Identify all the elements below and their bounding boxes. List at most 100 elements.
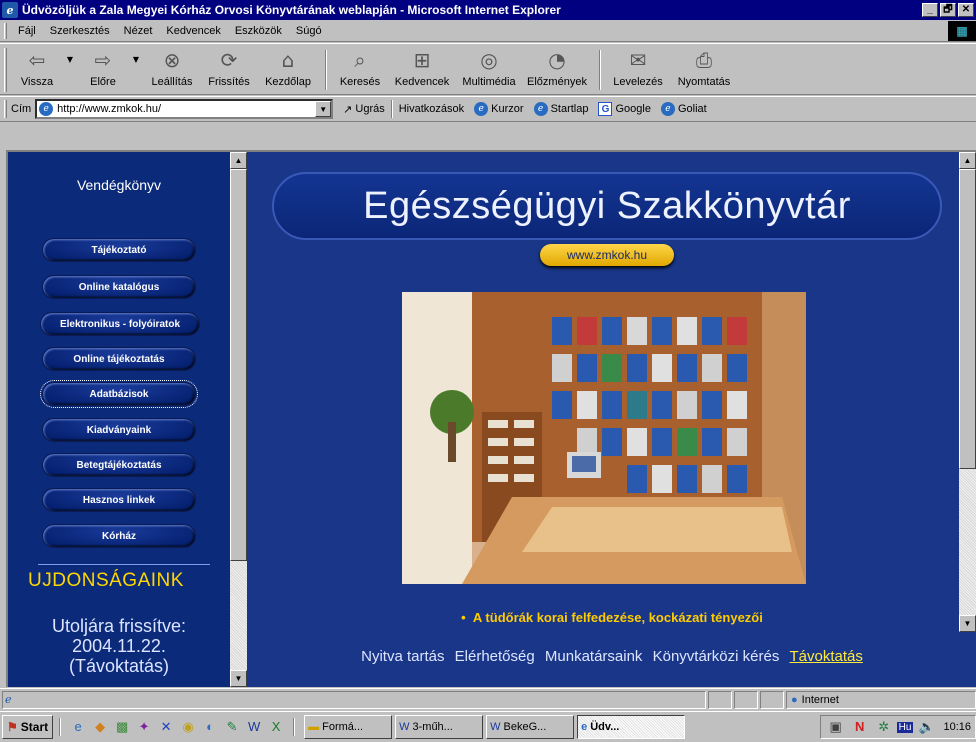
home-button[interactable]: ⌂ Kezdőlap — [257, 44, 319, 94]
quicklaunch-icon[interactable]: ✦ — [136, 719, 152, 735]
link-goliat[interactable]: e Goliat — [660, 102, 707, 116]
addressbar-separator — [390, 100, 393, 118]
network-icon[interactable]: ▣ — [828, 719, 844, 735]
browser-window: e Üdvözöljük a Zala Megyei Kórház Orvosi… — [0, 0, 976, 742]
nav-korhaz[interactable]: Kórház — [42, 524, 196, 548]
news-divider — [38, 564, 210, 565]
back-button[interactable]: ⇦ Vissza — [11, 44, 63, 94]
address-dropdown-button[interactable]: ▼ — [315, 101, 332, 117]
menu-file[interactable]: Fájl — [11, 25, 43, 37]
back-dropdown[interactable]: ▼ — [63, 44, 77, 94]
maximize-button[interactable]: 🗗 — [940, 3, 956, 17]
mail-button[interactable]: ✉ Levelezés — [607, 44, 669, 94]
search-button[interactable]: ⌕ Keresés — [333, 44, 387, 94]
scroll-up-button[interactable]: ▲ — [230, 152, 247, 169]
language-indicator[interactable]: Hu — [896, 721, 914, 733]
toolbar-grip[interactable] — [4, 48, 7, 92]
ie-page-icon: e — [5, 693, 12, 706]
status-cell — [760, 690, 784, 709]
guestbook-link[interactable]: Vendégkönyv — [8, 177, 230, 193]
updated-line-2: 2004.11.22. — [72, 636, 166, 656]
menu-favorites[interactable]: Kedvencek — [159, 25, 227, 37]
quicklaunch-icon[interactable]: ◆ — [92, 719, 108, 735]
menu-view[interactable]: Nézet — [117, 25, 160, 37]
addressbar-grip[interactable] — [4, 100, 7, 118]
scroll-up-button[interactable]: ▲ — [959, 152, 976, 169]
nav-tajekoztato[interactable]: Tájékoztató — [42, 238, 196, 262]
footer-link-elerhetoseg[interactable]: Elérhetőség — [455, 648, 535, 665]
link-startlap[interactable]: e Startlap — [533, 102, 588, 116]
nav-elektronikus-folyoiratok[interactable]: Elektronikus - folyóiratok — [40, 312, 200, 336]
nav-kiadvanyaink[interactable]: Kiadványaink — [42, 418, 196, 442]
updated-line-1: Utoljára frissítve: — [51, 616, 187, 636]
forward-button[interactable]: ⇨ Előre — [77, 44, 129, 94]
media-button[interactable]: ◎ Multimédia — [457, 44, 521, 94]
quicklaunch-icon[interactable]: ✕ — [158, 719, 174, 735]
tray-app-icon[interactable]: ✲ — [876, 719, 892, 735]
scroll-down-button[interactable]: ▼ — [959, 615, 976, 632]
refresh-button[interactable]: ⟳ Frissítés — [201, 44, 257, 94]
site-url-badge[interactable]: www.zmkok.hu — [540, 244, 674, 266]
quicklaunch-icon[interactable]: ▩ — [114, 719, 130, 735]
ie-quicklaunch-icon[interactable]: e — [70, 719, 86, 735]
menu-edit[interactable]: Szerkesztés — [43, 25, 117, 37]
word-doc-icon: W — [490, 721, 501, 733]
menu-tools[interactable]: Eszközök — [228, 25, 289, 37]
scroll-thumb[interactable] — [959, 169, 976, 469]
refresh-icon: ⟳ — [220, 48, 238, 72]
nav-betegtajekoztatas[interactable]: Betegtájékoztatás — [42, 453, 196, 477]
history-button[interactable]: ◔ Előzmények — [521, 44, 593, 94]
task-3-muh-label: 3-műh... — [412, 721, 453, 733]
go-button[interactable]: ↗ Ugrás — [343, 103, 385, 116]
link-kurzor-label: Kurzor — [491, 103, 524, 115]
quicklaunch-icon[interactable]: ✎ — [224, 719, 240, 735]
task-forma[interactable]: ▬ Formá... — [304, 715, 393, 739]
close-button[interactable]: ✕ — [958, 3, 974, 17]
menubar-grip[interactable] — [4, 22, 7, 39]
dropdown-icon: ▼ — [132, 55, 140, 64]
stop-button[interactable]: ⊗ Leállítás — [143, 44, 201, 94]
links-label[interactable]: Hivatkozások — [399, 103, 464, 115]
minimize-button[interactable]: _ — [922, 3, 938, 17]
volume-icon[interactable]: 🔈 — [918, 719, 934, 735]
main-frame-scrollbar[interactable]: ▲ ▼ — [959, 152, 976, 632]
antivirus-icon[interactable]: N — [852, 719, 868, 735]
toolbar-separator — [325, 50, 327, 90]
nav-adatbazisok[interactable]: Adatbázisok — [40, 380, 198, 408]
footer-link-konyvtarkozi[interactable]: Könyvtárközi kérés — [653, 648, 780, 665]
forward-dropdown[interactable]: ▼ — [129, 44, 143, 94]
left-frame-scrollbar[interactable]: ▲ ▼ — [230, 152, 247, 687]
home-label: Kezdőlap — [265, 76, 311, 88]
quicklaunch-icon[interactable]: ◉ — [180, 719, 196, 735]
menu-help[interactable]: Súgó — [289, 25, 329, 37]
word-icon[interactable]: W — [246, 719, 262, 735]
left-frame: Vendégkönyv Tájékoztató Online katalógus… — [8, 152, 230, 687]
windows-flag-icon: ⚑ — [7, 720, 18, 734]
nav-hasznos-linkek[interactable]: Hasznos linkek — [42, 488, 196, 512]
news-link[interactable]: UJDONSÁGAINK — [28, 570, 184, 592]
news-bullet[interactable]: • A tüdőrák korai felfedezése, kockázati… — [248, 610, 976, 625]
nav-online-tajekoztatas[interactable]: Online tájékoztatás — [42, 347, 196, 371]
task-bekeg[interactable]: W BekeG... — [486, 715, 575, 739]
footer-link-munkatarsaink[interactable]: Munkatársaink — [545, 648, 643, 665]
scroll-down-button[interactable]: ▼ — [230, 670, 247, 687]
address-value[interactable]: http://www.zmkok.hu/ — [57, 103, 315, 115]
footer-link-tavoktatas[interactable]: Távoktatás — [790, 648, 863, 665]
address-input[interactable]: e http://www.zmkok.hu/ ▼ — [35, 99, 334, 119]
link-google[interactable]: G Google — [598, 102, 651, 116]
scroll-thumb[interactable] — [230, 169, 247, 561]
favorites-button[interactable]: ⊞ Kedvencek — [387, 44, 457, 94]
nav-online-katalogus[interactable]: Online katalógus — [42, 275, 196, 299]
excel-icon[interactable]: X — [268, 719, 284, 735]
status-cell — [734, 690, 758, 709]
quicklaunch-icon[interactable]: ◐ — [202, 719, 218, 735]
task-udv[interactable]: e Üdv... — [577, 715, 686, 739]
task-3-muh[interactable]: W 3-műh... — [395, 715, 484, 739]
task-forma-label: Formá... — [322, 721, 364, 733]
print-button[interactable]: ⎙ Nyomtatás — [669, 44, 739, 94]
refresh-label: Frissítés — [208, 76, 250, 88]
start-button[interactable]: ⚑ Start — [2, 715, 54, 739]
footer-link-nyitva[interactable]: Nyitva tartás — [361, 648, 444, 665]
google-icon: G — [598, 102, 613, 116]
link-kurzor[interactable]: e Kurzor — [474, 102, 524, 116]
